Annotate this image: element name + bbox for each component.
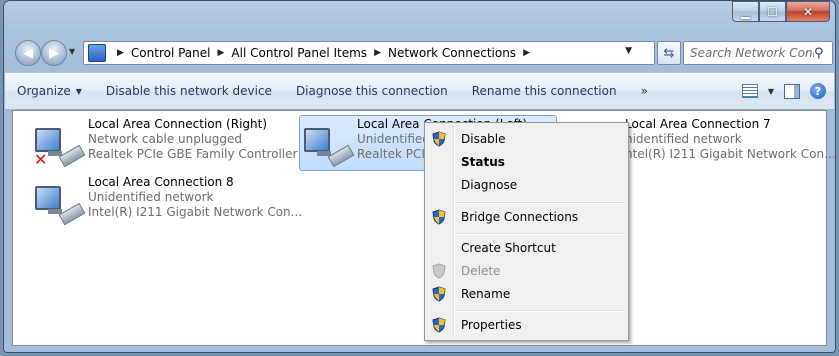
chevron-down-icon: ▼ [75,86,82,96]
change-view-icon[interactable] [741,84,758,98]
menu-item-diagnose[interactable]: Diagnose [427,174,626,196]
connection-device: Realtek PCIe GBE Family Controller [88,147,298,161]
close-button[interactable]: ✕ [786,1,830,22]
minimize-icon: ▁ [740,4,751,19]
network-cable-icon [58,202,86,226]
menu-item-label: Rename [461,287,511,301]
uac-shield-icon [432,131,446,147]
view-dropdown-icon[interactable]: ▼ [768,87,774,96]
menu-item-label: Properties [461,318,522,332]
breadcrumb-all-items[interactable]: All Control Panel Items [231,46,367,60]
breadcrumb-separator-icon[interactable]: ▶ [374,48,381,58]
back-button[interactable]: ◀ [15,40,41,66]
network-adapter-icon: ✕ [34,120,86,169]
monitor-icon [35,186,61,210]
connection-status: nidentified network [625,132,742,146]
connection-text: Local Area Connection (Right) Network ca… [88,117,297,162]
menu-item-status[interactable]: Status [427,151,626,173]
refresh-button[interactable]: ⇆ [657,41,681,65]
menu-separator [455,310,626,312]
diagnose-connection-button[interactable]: Diagnose this connection [284,73,460,109]
rename-connection-button[interactable]: Rename this connection [460,73,629,109]
search-icon[interactable]: ⚲ [814,46,824,61]
connection-status: Network cable unplugged [88,132,243,146]
refresh-icon: ⇆ [663,45,675,61]
network-adapter-icon [34,178,86,226]
menu-item-label: Diagnose [461,178,518,192]
menu-item-disable[interactable]: Disable [427,128,626,150]
uac-shield-icon [432,286,446,302]
menu-separator [455,202,626,204]
maximize-button[interactable]: ☐ [759,1,786,22]
network-cable-icon [58,144,86,168]
forward-arrow-icon: ▶ [49,45,59,61]
view-controls: ▼ ? [741,73,826,109]
connection-name: Local Area Connection 7 [625,117,771,131]
connection-name: Local Area Connection (Right) [88,117,268,131]
menu-separator [455,233,626,235]
monitor-icon [35,128,61,152]
uac-shield-icon [432,209,446,225]
network-cable-icon [327,144,355,168]
connection-device: ntel(R) I211 Gigabit Network Con... [625,147,836,161]
context-menu: Disable Status Diagnose Bridge Connectio… [424,122,629,341]
monitor-icon [304,128,330,152]
maximize-icon: ☐ [767,4,778,19]
close-icon: ✕ [802,4,814,19]
caption-buttons: ▁ ☐ ✕ [732,1,830,22]
menu-item-label: Delete [461,264,501,278]
connection-status: Unidentified network [88,190,214,204]
menu-item-label: Status [461,155,505,169]
menu-item-delete: Delete [427,260,626,282]
breadcrumb-control-panel[interactable]: Control Panel [131,46,211,60]
disconnected-x-icon: ✕ [34,150,48,169]
menu-item-label: Disable [461,132,506,146]
connection-device: Intel(R) I211 Gigabit Network Con... [88,205,303,219]
command-bar: Organize ▼ Disable this network device Di… [5,72,834,110]
organize-button[interactable]: Organize ▼ [5,73,94,109]
connection-item-right[interactable]: ✕ Local Area Connection (Right) Network … [34,117,297,169]
organize-label: Organize [17,84,71,98]
preview-pane-icon[interactable] [784,83,800,99]
connections-list: ✕ Local Area Connection (Right) Network … [12,110,836,346]
navigation-bar: ◀ ▶ ▼ ▶ Control Panel ▶ All Control Pane… [3,38,836,66]
address-bar[interactable]: ▶ Control Panel ▶ All Control Panel Item… [83,41,655,65]
breadcrumb-separator-icon[interactable]: ▶ [218,48,225,58]
uac-shield-icon [432,263,446,279]
menu-item-properties[interactable]: Properties [427,314,626,336]
connection-text: Local Area Connection 8 Unidentified net… [88,175,302,220]
recent-pages-dropdown[interactable]: ▼ [69,47,79,57]
menu-item-create-shortcut[interactable]: Create Shortcut [427,237,626,259]
disable-device-button[interactable]: Disable this network device [94,73,284,109]
breadcrumb-separator-icon[interactable]: ▶ [117,48,124,58]
back-arrow-icon: ◀ [23,45,33,61]
uac-shield-icon [432,317,446,333]
network-connections-window: ▁ ☐ ✕ ◀ ▶ ▼ ▶ Control Panel ▶ All Contro… [3,0,836,353]
connection-name: Local Area Connection 8 [88,175,234,189]
help-icon[interactable]: ? [810,83,826,99]
menu-item-label: Create Shortcut [461,241,556,255]
menu-item-label: Bridge Connections [461,210,579,224]
address-dropdown-icon[interactable]: ▼ [625,46,632,56]
network-adapter-icon [303,120,355,168]
more-commands-button[interactable]: » [629,73,660,109]
menu-item-rename[interactable]: Rename [427,283,626,305]
title-bar[interactable]: ▁ ☐ ✕ [3,0,836,34]
minimize-button[interactable]: ▁ [732,1,759,22]
connection-text: Local Area Connection 7 nidentified netw… [625,117,836,162]
menu-item-bridge-connections[interactable]: Bridge Connections [427,206,626,228]
connection-item-8[interactable]: Local Area Connection 8 Unidentified net… [34,175,302,226]
forward-button[interactable]: ▶ [41,40,67,66]
breadcrumb-network-connections[interactable]: Network Connections [388,46,516,60]
search-input[interactable]: Search Network Connec... [684,46,814,60]
control-panel-icon [88,44,106,62]
search-box[interactable]: Search Network Connec... ⚲ [683,41,833,65]
breadcrumb-separator-icon[interactable]: ▶ [523,48,530,58]
